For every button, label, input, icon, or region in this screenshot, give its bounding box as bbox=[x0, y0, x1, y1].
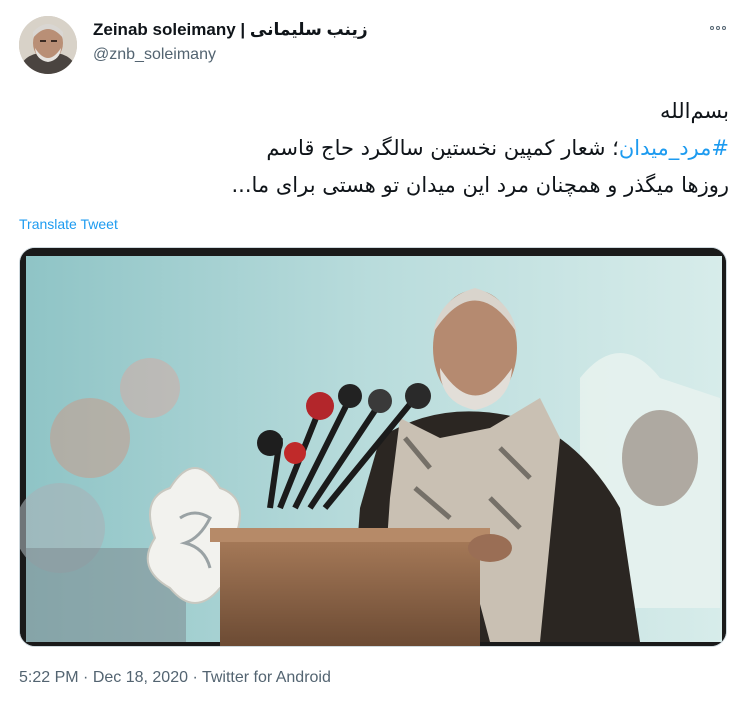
meta-separator: · bbox=[188, 669, 202, 686]
tweet-line-1: بسم‌الله bbox=[660, 99, 729, 123]
meta-separator: · bbox=[78, 669, 93, 686]
tweet-line-2-text: ؛ شعار کمپین نخستین سالگرد حاج قاسم bbox=[266, 136, 619, 160]
translate-tweet-link[interactable]: Translate Tweet bbox=[19, 216, 118, 232]
tweet-line-3: روزها میگذر و همچنان مرد این میدان تو هس… bbox=[231, 173, 730, 197]
avatar-image bbox=[19, 16, 77, 74]
tweet-card: Zeinab soleimany | زینب سلیمانی @znb_sol… bbox=[0, 0, 748, 701]
tweet-meta: 5:22 PM · Dec 18, 2020 · Twitter for And… bbox=[19, 669, 331, 687]
user-handle[interactable]: @znb_soleimany bbox=[93, 46, 216, 64]
tweet-date[interactable]: Dec 18, 2020 bbox=[93, 669, 188, 686]
tweet-line-2: #مرد_میدان؛ شعار کمپین نخستین سالگرد حاج… bbox=[29, 130, 729, 167]
more-options-icon[interactable] bbox=[706, 18, 730, 38]
video-frame bbox=[20, 248, 726, 646]
display-name[interactable]: Zeinab soleimany | زینب سلیمانی bbox=[93, 20, 368, 40]
tweet-source[interactable]: Twitter for Android bbox=[202, 669, 331, 686]
tweet-video[interactable] bbox=[19, 247, 727, 647]
tweet-time[interactable]: 5:22 PM bbox=[19, 669, 79, 686]
hashtag-link[interactable]: #مرد_میدان bbox=[619, 136, 729, 160]
avatar[interactable] bbox=[19, 16, 77, 74]
tweet-text: بسم‌الله #مرد_میدان؛ شعار کمپین نخستین س… bbox=[29, 93, 730, 204]
